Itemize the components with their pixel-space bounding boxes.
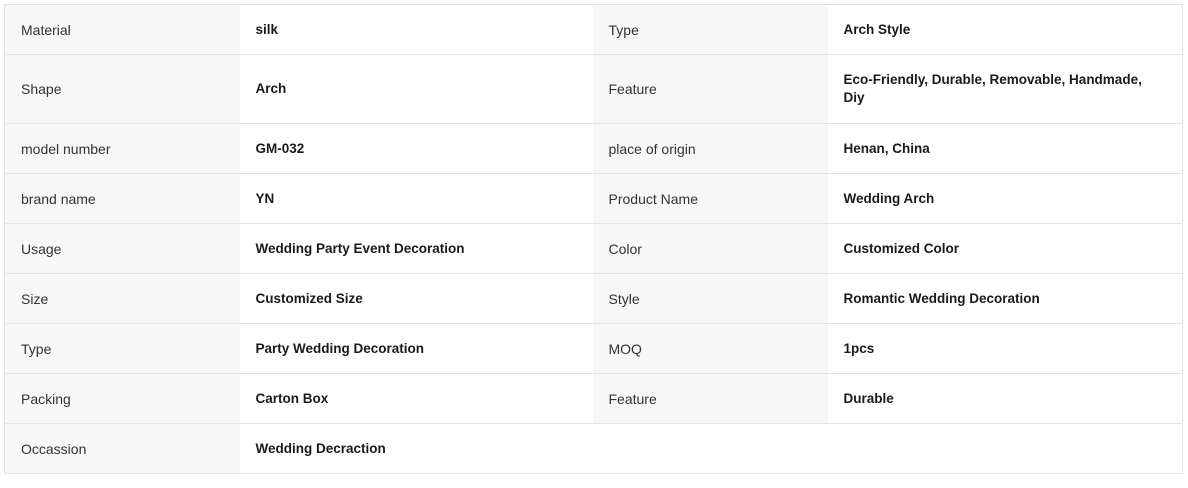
spec-label: model number [4,123,240,174]
spec-value: Arch Style [827,4,1183,55]
spec-value: silk [239,4,593,55]
spec-label: Type [4,323,240,374]
spec-value: YN [239,173,593,224]
spec-row: Type Party Wedding Decoration MOQ 1pcs [4,323,1183,374]
spec-row: Shape Arch Feature Eco-Friendly, Durable… [4,54,1183,124]
spec-row: Packing Carton Box Feature Durable [4,373,1183,424]
spec-label: Occassion [4,423,240,474]
spec-value: Romantic Wedding Decoration [827,273,1183,324]
spec-value: Customized Color [827,223,1183,274]
spec-value: Durable [827,373,1183,424]
spec-row: brand name YN Product Name Wedding Arch [4,173,1183,224]
spec-value: Wedding Decraction [239,423,593,474]
spec-value: Henan, China [827,123,1183,174]
empty-cell [592,423,1183,474]
spec-value: Customized Size [239,273,593,324]
spec-label: Packing [4,373,240,424]
spec-label: place of origin [592,123,828,174]
spec-label: Color [592,223,828,274]
spec-row: Size Customized Size Style Romantic Wedd… [4,273,1183,324]
spec-value: Carton Box [239,373,593,424]
spec-label: brand name [4,173,240,224]
spec-value: Arch [239,54,593,124]
spec-row: Occassion Wedding Decraction [4,423,1183,474]
spec-value: GM-032 [239,123,593,174]
spec-label: Size [4,273,240,324]
spec-label: Material [4,4,240,55]
spec-row: model number GM-032 place of origin Hena… [4,123,1183,174]
spec-label: Shape [4,54,240,124]
spec-value: Wedding Arch [827,173,1183,224]
spec-label: Type [592,4,828,55]
spec-label: Product Name [592,173,828,224]
product-specifications-table: Material silk Type Arch Style Shape Arch… [4,4,1183,474]
spec-value: Eco-Friendly, Durable, Removable, Handma… [827,54,1183,124]
spec-row: Usage Wedding Party Event Decoration Col… [4,223,1183,274]
spec-label: Feature [592,54,828,124]
spec-value: 1pcs [827,323,1183,374]
spec-label: Usage [4,223,240,274]
spec-label: Style [592,273,828,324]
spec-label: Feature [592,373,828,424]
spec-value: Party Wedding Decoration [239,323,593,374]
spec-row: Material silk Type Arch Style [4,4,1183,55]
spec-value: Wedding Party Event Decoration [239,223,593,274]
spec-label: MOQ [592,323,828,374]
